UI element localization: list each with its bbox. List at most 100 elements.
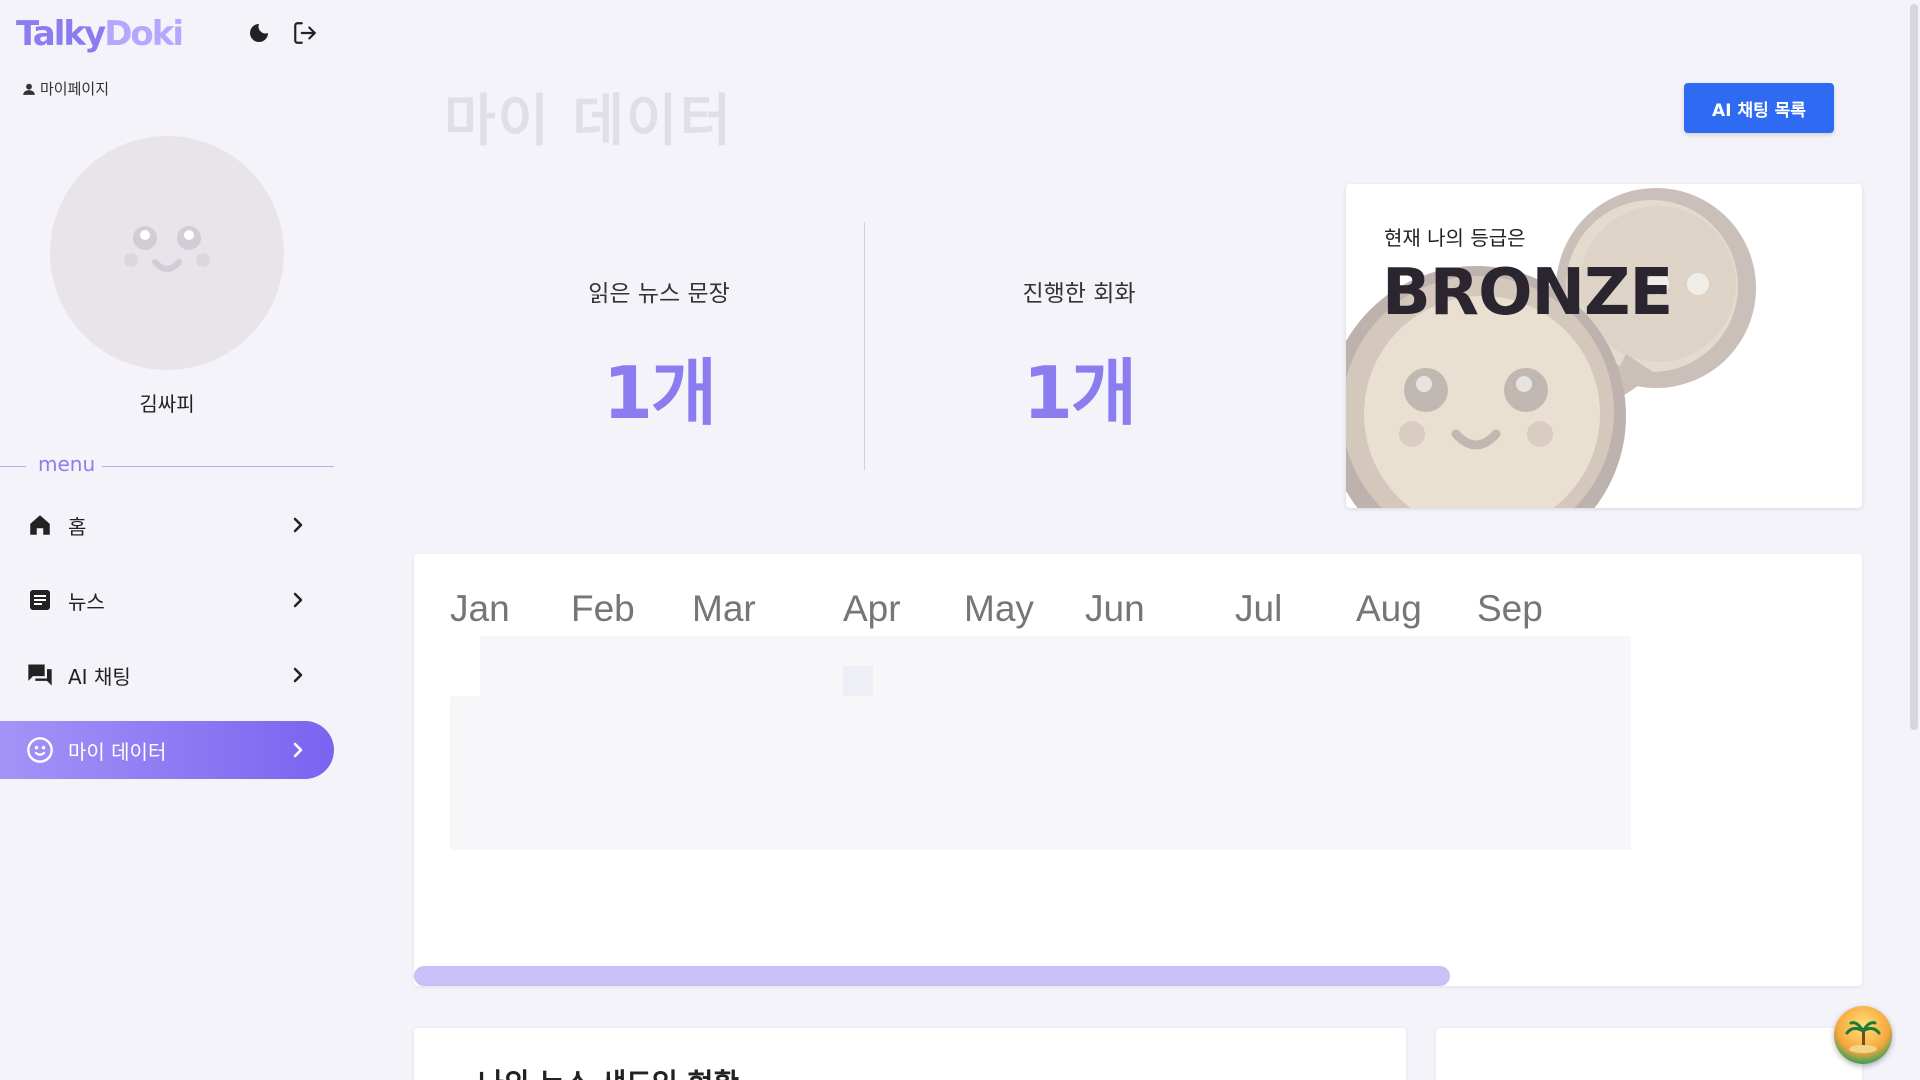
heatmap-cell[interactable] [993, 636, 1027, 669]
heatmap-cell[interactable] [1476, 726, 1510, 760]
heatmap-cell[interactable] [1054, 817, 1087, 851]
heatmap-cell[interactable] [721, 726, 755, 760]
heatmap-cell[interactable] [963, 696, 997, 730]
heatmap-cell[interactable] [631, 817, 665, 851]
heatmap-cell[interactable] [1144, 756, 1178, 790]
heatmap-cell[interactable] [1416, 787, 1450, 820]
heatmap-cell[interactable] [480, 636, 514, 669]
heatmap-cell[interactable] [540, 726, 574, 760]
heatmap-cell[interactable] [1537, 756, 1571, 790]
heatmap-cell[interactable] [1356, 666, 1389, 700]
heatmap-cell[interactable] [812, 756, 846, 790]
heatmap-cell[interactable] [812, 726, 846, 760]
heatmap-cell[interactable] [812, 666, 846, 700]
heatmap-cell[interactable] [570, 787, 604, 820]
heatmap-cell[interactable] [510, 636, 544, 669]
heatmap-cell[interactable] [721, 756, 755, 790]
heatmap-cell[interactable] [1356, 817, 1389, 851]
heatmap-cell[interactable] [1597, 787, 1631, 820]
heatmap-cell[interactable] [691, 726, 725, 760]
heatmap-cell[interactable] [480, 756, 514, 790]
heatmap-cell[interactable] [480, 726, 514, 760]
heatmap-cell[interactable] [963, 666, 997, 700]
heatmap-cell[interactable] [1416, 726, 1450, 760]
heatmap-cell[interactable] [872, 817, 906, 851]
heatmap-cell[interactable] [1386, 817, 1420, 851]
heatmap-cell[interactable] [933, 817, 967, 851]
heatmap-cell[interactable] [1356, 726, 1389, 760]
heatmap-cell[interactable] [1174, 817, 1208, 851]
heatmap-cell[interactable] [1114, 696, 1148, 730]
heatmap-cell[interactable] [661, 787, 695, 820]
heatmap-cell[interactable] [1235, 787, 1269, 820]
page-scrollbar[interactable] [1906, 0, 1920, 1080]
heatmap-cell[interactable] [1023, 696, 1057, 730]
heatmap-cell[interactable] [601, 817, 634, 851]
heatmap-cell[interactable] [1205, 726, 1238, 760]
heatmap-cell[interactable] [812, 696, 846, 730]
heatmap-cell[interactable] [631, 636, 665, 669]
heatmap-cell[interactable] [1235, 756, 1269, 790]
heatmap-cell[interactable] [1295, 787, 1329, 820]
heatmap-cell[interactable] [752, 636, 785, 669]
heatmap-cell[interactable] [1023, 726, 1057, 760]
heatmap-cell[interactable] [903, 696, 936, 730]
heatmap-cell[interactable] [1023, 817, 1057, 851]
heatmap-cell[interactable] [1567, 636, 1601, 669]
heatmap-cell[interactable] [1476, 787, 1510, 820]
heatmap-cell[interactable] [1476, 636, 1510, 669]
dark-mode-moon-icon[interactable] [244, 18, 274, 48]
heatmap-cell[interactable] [1114, 787, 1148, 820]
heatmap-cell[interactable] [1265, 726, 1299, 760]
heatmap-cell[interactable] [1416, 696, 1450, 730]
heatmap-cell[interactable] [721, 696, 755, 730]
heatmap-cell[interactable] [1537, 666, 1571, 700]
heatmap-cell[interactable] [1507, 636, 1540, 669]
heatmap-cell[interactable] [1054, 787, 1087, 820]
heatmap-cell[interactable] [691, 817, 725, 851]
logout-icon[interactable] [290, 18, 320, 48]
heatmap-cell[interactable] [1567, 666, 1601, 700]
heatmap-cell[interactable] [1356, 787, 1389, 820]
heatmap-cell[interactable] [570, 756, 604, 790]
heatmap-cell[interactable] [1295, 756, 1329, 790]
heatmap-cell[interactable] [752, 696, 785, 730]
heatmap-cell[interactable] [1023, 666, 1057, 700]
sidebar-item-news[interactable]: 뉴스 [0, 571, 334, 629]
heatmap-cell[interactable] [872, 726, 906, 760]
heatmap-cell[interactable] [1084, 756, 1118, 790]
page-scrollbar-thumb[interactable] [1910, 4, 1918, 730]
sidebar-item-ai-chat[interactable]: AI 채팅 [0, 646, 334, 704]
heatmap-cell[interactable] [1295, 726, 1329, 760]
heatmap-cell[interactable] [1054, 636, 1087, 669]
heatmap-cell[interactable] [631, 666, 665, 700]
heatmap-cell[interactable] [601, 756, 634, 790]
heatmap-cell[interactable] [510, 756, 544, 790]
heatmap-cell[interactable] [1054, 756, 1087, 790]
heatmap-cell[interactable] [540, 636, 574, 669]
heatmap-cell[interactable] [1054, 666, 1087, 700]
heatmap-cell[interactable] [1295, 817, 1329, 851]
heatmap-cell[interactable] [933, 666, 967, 700]
heatmap-cell[interactable] [1537, 636, 1571, 669]
heatmap-cell[interactable] [1084, 696, 1118, 730]
heatmap-cell[interactable] [1265, 696, 1299, 730]
heatmap-cell[interactable] [1386, 756, 1420, 790]
heatmap-cell[interactable] [1023, 756, 1057, 790]
heatmap-cell[interactable] [540, 666, 574, 700]
heatmap-cell[interactable] [1446, 666, 1480, 700]
heatmap-cell[interactable] [601, 787, 634, 820]
heatmap-cell[interactable] [1325, 726, 1359, 760]
heatmap-cell[interactable] [1476, 817, 1510, 851]
heatmap-cell[interactable] [1446, 817, 1480, 851]
heatmap-cell[interactable] [450, 756, 483, 790]
heatmap-cell[interactable] [1295, 666, 1329, 700]
heatmap-cell[interactable] [691, 756, 725, 790]
heatmap-cell[interactable] [1205, 817, 1238, 851]
mypage-link[interactable]: 마이페이지 [22, 78, 109, 99]
heatmap-cell[interactable] [1084, 726, 1118, 760]
heatmap-cell[interactable] [601, 726, 634, 760]
heatmap-cell[interactable] [1446, 726, 1480, 760]
heatmap-cell[interactable] [752, 756, 785, 790]
heatmap-cell[interactable] [570, 696, 604, 730]
